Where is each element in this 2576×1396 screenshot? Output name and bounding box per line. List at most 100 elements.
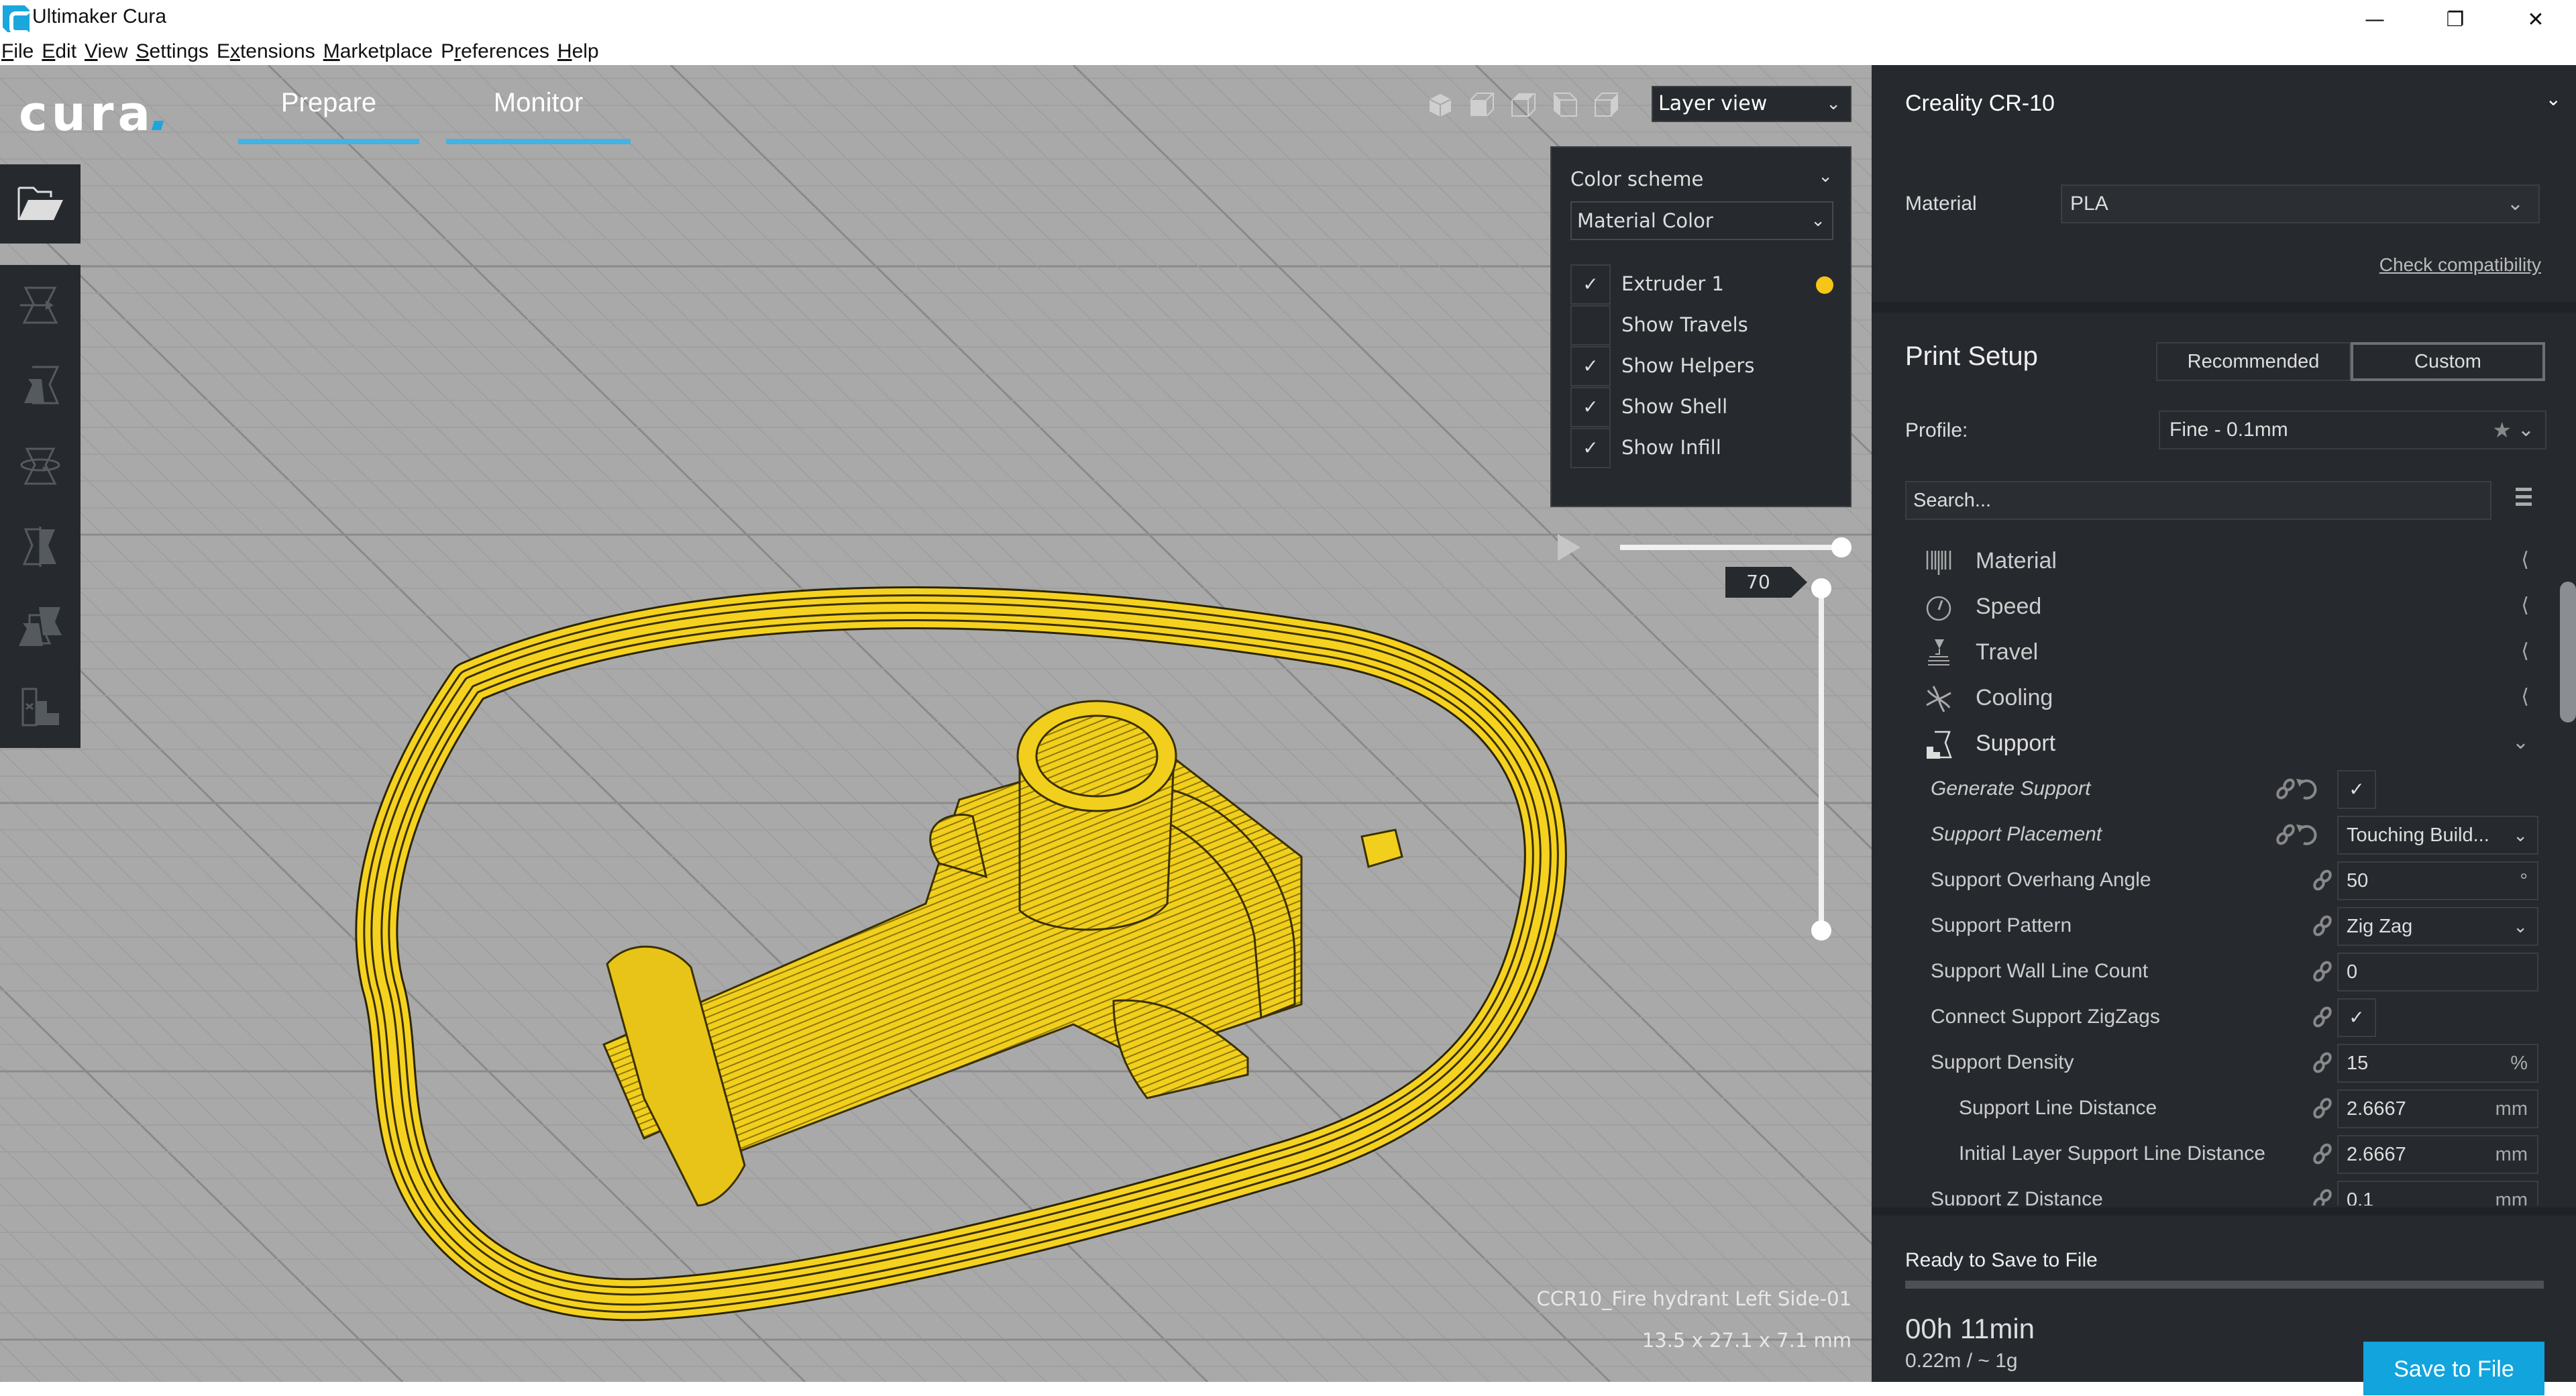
- setting-dropdown[interactable]: Zig Zag ⌄: [2337, 907, 2538, 946]
- category-material[interactable]: Material ⟨: [1872, 539, 2542, 584]
- category-cooling[interactable]: Cooling ⟨: [1872, 676, 2542, 721]
- link-icon[interactable]: [2275, 777, 2296, 800]
- link-icon[interactable]: [2312, 1006, 2332, 1028]
- setting-input[interactable]: 15%: [2337, 1044, 2538, 1083]
- menu-marketplace[interactable]: Marketplace: [322, 39, 439, 66]
- settings-scrollbar[interactable]: [2560, 582, 2576, 722]
- menu-settings[interactable]: Settings: [135, 39, 215, 66]
- save-to-file-button[interactable]: Save to File: [2363, 1342, 2544, 1395]
- reset-icon[interactable]: [2294, 776, 2320, 802]
- hydrant-model: [602, 700, 1403, 1207]
- top-view-icon[interactable]: [1511, 92, 1536, 117]
- menu-help[interactable]: Help: [556, 39, 606, 66]
- setting-label: Connect Support ZigZags: [1931, 1006, 2160, 1028]
- link-icon[interactable]: [2312, 960, 2332, 983]
- support-blocker-tool[interactable]: [0, 674, 80, 741]
- mirror-tool[interactable]: [0, 513, 80, 580]
- machine-selector[interactable]: Creality CR-10: [1905, 91, 2055, 117]
- check-compatibility-link[interactable]: Check compatibility: [2379, 254, 2541, 276]
- restore-button[interactable]: ❐: [2415, 0, 2496, 39]
- left-view-icon[interactable]: [1552, 92, 1578, 117]
- setting-input[interactable]: 2.6667 mm: [2337, 1135, 2538, 1174]
- chevron-down-icon[interactable]: ⌄: [2546, 88, 2561, 110]
- translate-tool[interactable]: [0, 272, 80, 339]
- chevron-down-icon: ⌄: [2513, 916, 2528, 936]
- tab-prepare[interactable]: Prepare: [238, 85, 419, 144]
- menu-extensions[interactable]: Extensions: [215, 39, 322, 66]
- link-icon[interactable]: [2312, 1097, 2332, 1120]
- layer-slider-lower-handle[interactable]: [1811, 920, 1831, 941]
- 3d-viewport[interactable]: cura Prepare Monitor Layer view ⌄ Color …: [0, 65, 1872, 1382]
- checkbox[interactable]: ✓: [1570, 346, 1611, 386]
- menu-preferences[interactable]: Preferences: [439, 39, 556, 66]
- setting-checkbox[interactable]: ✓: [2337, 770, 2376, 809]
- checkbox[interactable]: ✓: [1570, 428, 1611, 468]
- setting-dropdown[interactable]: Touching Build... ⌄: [2337, 816, 2538, 855]
- front-view-icon[interactable]: [1469, 92, 1495, 117]
- settings-visibility-menu-icon[interactable]: [2516, 488, 2532, 512]
- setting-value: Touching Build...: [2347, 824, 2489, 846]
- checkbox[interactable]: [1570, 305, 1611, 345]
- setting-support-placement: Support Placement Touching Build... ⌄: [1872, 812, 2542, 858]
- link-icon[interactable]: [2312, 869, 2332, 892]
- link-icon[interactable]: [2275, 823, 2296, 846]
- material-dropdown[interactable]: PLA ⌄: [2061, 184, 2540, 223]
- link-icon[interactable]: [2312, 1188, 2332, 1205]
- reset-icon[interactable]: [2294, 822, 2320, 847]
- setting-value: 50: [2347, 870, 2369, 892]
- current-layer-label[interactable]: 70: [1725, 567, 1807, 598]
- menu-view[interactable]: View: [83, 39, 134, 66]
- path-slider-handle[interactable]: [1831, 537, 1851, 557]
- color-scheme-dropdown[interactable]: Material Color ⌄: [1570, 201, 1833, 240]
- object-name[interactable]: CCR10_Fire hydrant Left Side-01: [1537, 1287, 1852, 1310]
- setting-label: Support Pattern: [1931, 914, 2072, 936]
- menu-file[interactable]: File: [0, 39, 40, 66]
- custom-mode-button[interactable]: Custom: [2351, 342, 2545, 381]
- profile-dropdown[interactable]: Fine - 0.1mm ★ ⌄: [2159, 411, 2546, 449]
- category-speed[interactable]: Speed ⟨: [1872, 584, 2542, 630]
- link-icon[interactable]: [2312, 1142, 2332, 1165]
- view-option-extruder-1[interactable]: ✓ Extruder 1: [1570, 264, 1833, 306]
- minimize-button[interactable]: —: [2334, 0, 2415, 39]
- menu-edit[interactable]: Edit: [40, 39, 83, 66]
- chevron-left-icon: ⟨: [2521, 549, 2529, 571]
- view-option-label: Show Infill: [1621, 436, 1721, 459]
- category-label: Speed: [1976, 594, 2042, 619]
- link-icon[interactable]: [2312, 1051, 2332, 1074]
- checkbox[interactable]: ✓: [1570, 264, 1611, 305]
- view-option-show-helpers[interactable]: ✓ Show Helpers: [1570, 346, 1833, 388]
- tab-monitor[interactable]: Monitor: [446, 85, 631, 144]
- setting-checkbox[interactable]: ✓: [2337, 998, 2376, 1037]
- layer-slider-track[interactable]: [1819, 588, 1824, 930]
- setting-input[interactable]: 50 °: [2337, 861, 2538, 900]
- chevron-down-icon: ⌄: [2506, 193, 2524, 215]
- play-simulation-button[interactable]: [1558, 534, 1580, 561]
- setting-label: Support Placement: [1931, 823, 2102, 845]
- view-option-show-shell[interactable]: ✓ Show Shell: [1570, 387, 1833, 429]
- setting-input[interactable]: 0: [2337, 953, 2538, 991]
- 3d-view-icon[interactable]: [1428, 92, 1453, 117]
- right-view-icon[interactable]: [1594, 92, 1619, 117]
- per-model-settings-tool[interactable]: [0, 594, 80, 661]
- open-file-button[interactable]: [0, 164, 80, 244]
- layer-slider-upper-handle[interactable]: [1811, 578, 1831, 598]
- recommended-mode-button[interactable]: Recommended: [2156, 342, 2351, 381]
- view-mode-dropdown[interactable]: Layer view ⌄: [1652, 86, 1851, 122]
- view-option-show-infill[interactable]: ✓ Show Infill: [1570, 428, 1833, 470]
- scale-tool[interactable]: [0, 352, 80, 419]
- settings-search-input[interactable]: [1905, 481, 2491, 520]
- close-button[interactable]: ✕: [2496, 0, 2576, 39]
- setting-input[interactable]: 2.6667 mm: [2337, 1089, 2538, 1128]
- chevron-left-icon: ⟨: [2521, 640, 2529, 662]
- setting-input[interactable]: 0.1 mm: [2337, 1181, 2538, 1205]
- layer-view-settings-panel: Color scheme ⌄ Material Color ⌄ ✓ Extrud…: [1550, 146, 1851, 507]
- rotate-tool[interactable]: [0, 433, 80, 500]
- link-icon[interactable]: [2312, 914, 2332, 937]
- path-slider-track[interactable]: [1620, 545, 1841, 550]
- checkbox[interactable]: ✓: [1570, 387, 1611, 427]
- category-support[interactable]: Support ⌄: [1872, 721, 2542, 767]
- collapse-panel-chevron-icon[interactable]: ⌄: [1818, 166, 1833, 186]
- view-option-show-travels[interactable]: Show Travels: [1570, 305, 1833, 347]
- settings-list[interactable]: Material ⟨ Speed ⟨ Travel ⟨ Cooling ⟨ Su…: [1872, 535, 2576, 1205]
- category-travel[interactable]: Travel ⟨: [1872, 630, 2542, 676]
